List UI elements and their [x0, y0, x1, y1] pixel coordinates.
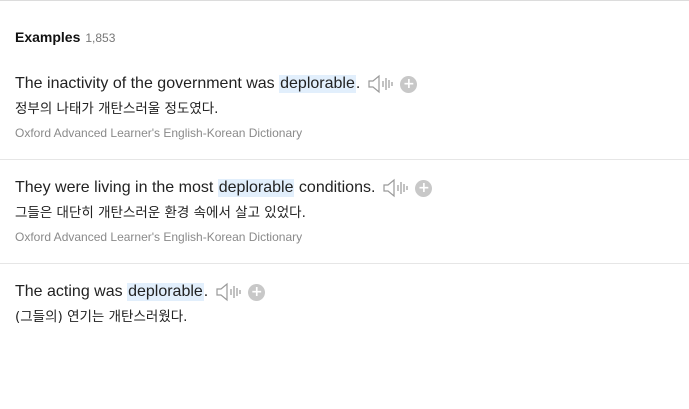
- example-korean: 그들은 대단히 개탄스러운 환경 속에서 살고 있었다.: [15, 205, 306, 221]
- add-icon[interactable]: +: [415, 179, 433, 197]
- highlighted-word[interactable]: deplorable: [127, 283, 204, 301]
- add-icon[interactable]: +: [248, 283, 266, 301]
- example-english: They were living in the most deplorable …: [15, 176, 689, 200]
- example-english-text: They were living in the most: [15, 179, 218, 196]
- example-english-end: .: [203, 283, 209, 300]
- example-item: The inactivity of the government was dep…: [0, 72, 689, 160]
- example-english: The acting was deplorable. +: [15, 280, 689, 304]
- example-korean: (그들의) 연기는 개탄스러웠다.: [15, 309, 188, 325]
- example-source: Oxford Advanced Learner's English-Korean…: [15, 230, 303, 244]
- examples-panel: Examples 1,853 The inactivity of the gov…: [0, 0, 689, 409]
- speaker-icon[interactable]: [383, 178, 409, 198]
- examples-header: Examples 1,853: [15, 29, 115, 45]
- example-item: They were living in the most deplorable …: [0, 176, 689, 264]
- speaker-icon[interactable]: [368, 74, 394, 94]
- add-icon[interactable]: +: [400, 75, 418, 93]
- example-korean: 정부의 나태가 개탄스러울 정도였다.: [15, 101, 219, 117]
- highlighted-word[interactable]: deplorable: [279, 75, 356, 93]
- example-english-end: .: [355, 75, 361, 92]
- examples-count: 1,853: [85, 31, 116, 45]
- speaker-icon[interactable]: [216, 282, 242, 302]
- example-english: The inactivity of the government was dep…: [15, 72, 689, 96]
- example-item: The acting was deplorable. + (그들의) 연기는 개…: [0, 280, 689, 340]
- example-english-text: The inactivity of the government was: [15, 75, 280, 92]
- examples-title: Examples: [15, 29, 81, 45]
- example-english-end: conditions.: [294, 179, 376, 196]
- highlighted-word[interactable]: deplorable: [217, 179, 295, 197]
- example-source: Oxford Advanced Learner's English-Korean…: [15, 126, 303, 140]
- example-english-text: The acting was: [15, 283, 128, 300]
